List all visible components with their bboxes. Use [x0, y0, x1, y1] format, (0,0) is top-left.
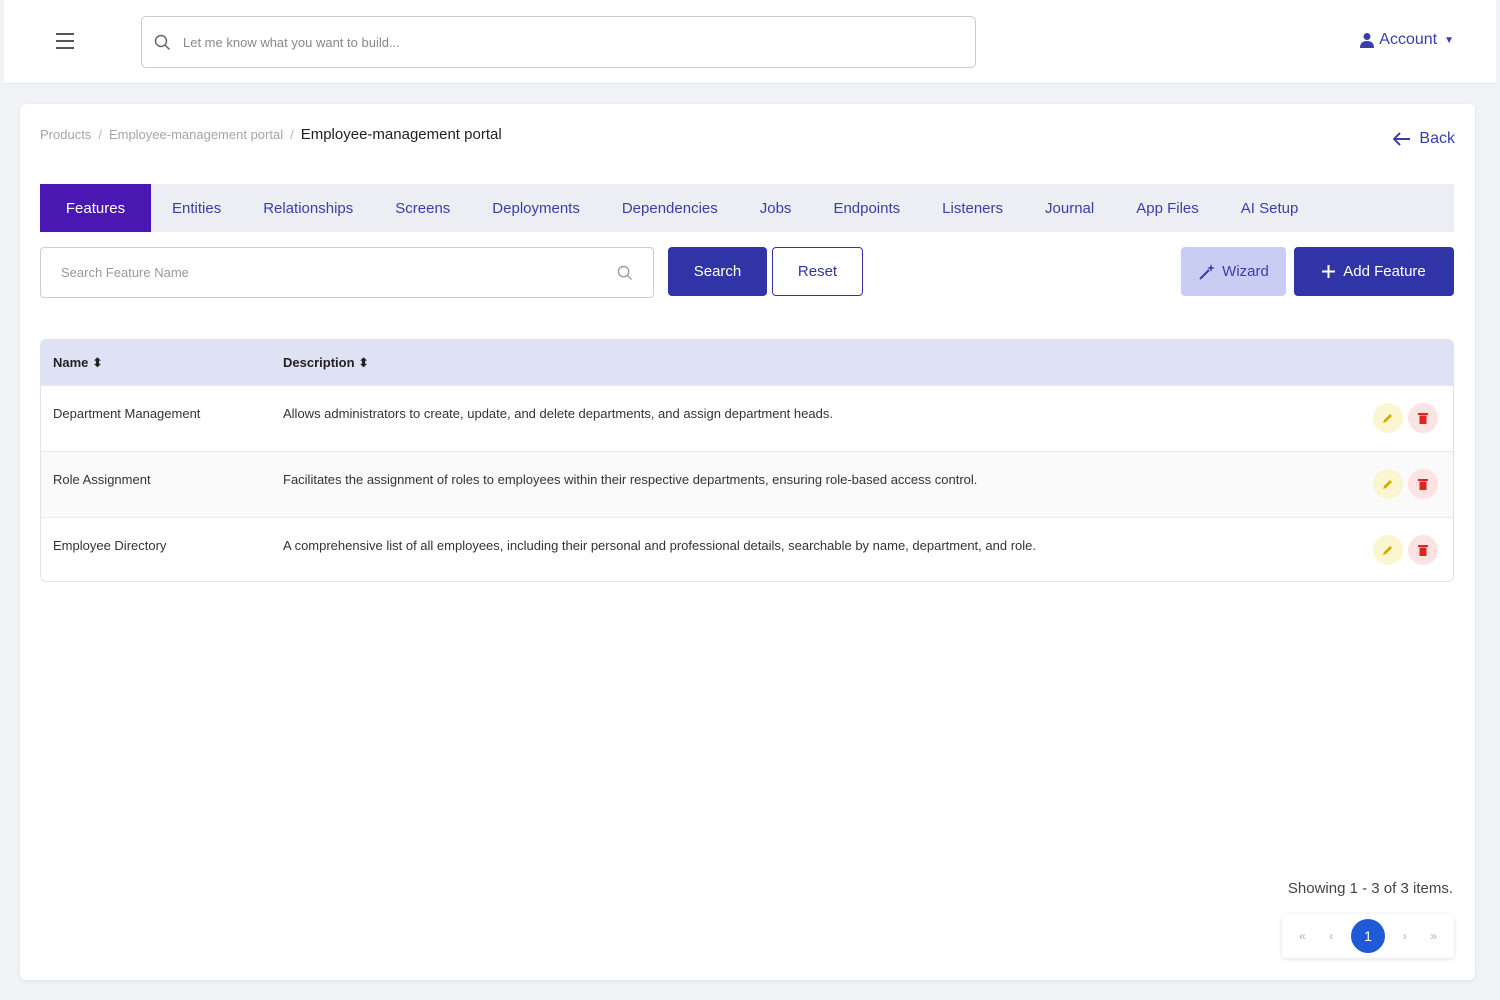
table-row: Employee Directory A comprehensive list …: [41, 517, 1453, 581]
back-label: Back: [1419, 130, 1455, 147]
trash-icon: [1418, 545, 1428, 556]
tab-entities[interactable]: Entities: [151, 184, 242, 232]
user-icon: [1360, 33, 1375, 48]
tab-app-files[interactable]: App Files: [1115, 184, 1220, 232]
tab-screens[interactable]: Screens: [374, 184, 471, 232]
search-button[interactable]: Search: [668, 247, 767, 296]
trash-icon: [1418, 479, 1428, 490]
page-1-button[interactable]: 1: [1350, 919, 1385, 953]
add-feature-label: Add Feature: [1343, 263, 1426, 280]
features-table: Name ⬍ Description ⬍ Department Manageme…: [40, 339, 1454, 582]
tab-bar: Features Entities Relationships Screens …: [40, 184, 1454, 232]
row-description: Allows administrators to create, update,…: [283, 406, 833, 421]
global-search-box[interactable]: [141, 16, 976, 68]
feature-search-input[interactable]: [61, 265, 617, 280]
row-description: Facilitates the assignment of roles to e…: [283, 472, 978, 487]
wizard-label: Wizard: [1222, 263, 1269, 280]
breadcrumb-portal[interactable]: Employee-management portal: [109, 127, 283, 142]
menu-icon[interactable]: [56, 33, 74, 49]
tab-listeners[interactable]: Listeners: [921, 184, 1024, 232]
last-page-button[interactable]: »: [1425, 929, 1443, 943]
trash-icon: [1418, 413, 1428, 424]
main-card: Products / Employee-management portal / …: [20, 104, 1475, 980]
breadcrumb: Products / Employee-management portal / …: [40, 126, 502, 143]
table-header: Name ⬍ Description ⬍: [41, 340, 1453, 385]
tab-dependencies[interactable]: Dependencies: [601, 184, 739, 232]
add-feature-button[interactable]: Add Feature: [1294, 247, 1454, 296]
feature-search-box[interactable]: [40, 247, 654, 298]
sort-icon: ⬍: [358, 355, 370, 370]
pencil-icon: [1383, 546, 1392, 555]
row-name: Role Assignment: [53, 472, 151, 487]
search-icon: [617, 265, 633, 280]
edit-button[interactable]: [1373, 535, 1403, 565]
tab-ai-setup[interactable]: AI Setup: [1220, 184, 1320, 232]
breadcrumb-separator: /: [290, 127, 294, 142]
column-header-description-label: Description: [283, 355, 355, 370]
tab-endpoints[interactable]: Endpoints: [812, 184, 921, 232]
row-description: A comprehensive list of all employees, i…: [283, 538, 1036, 553]
tab-relationships[interactable]: Relationships: [242, 184, 374, 232]
account-menu[interactable]: Account ▼: [1360, 31, 1454, 49]
column-header-name[interactable]: Name ⬍: [53, 355, 103, 371]
caret-down-icon: ▼: [1444, 34, 1454, 46]
arrow-left-icon: [1393, 132, 1411, 146]
account-label: Account: [1379, 31, 1438, 48]
delete-button[interactable]: [1408, 469, 1438, 499]
edit-button[interactable]: [1373, 403, 1403, 433]
sort-icon: ⬍: [92, 355, 103, 370]
column-header-description[interactable]: Description ⬍: [283, 355, 369, 371]
prev-page-button[interactable]: ‹: [1322, 929, 1340, 943]
reset-button[interactable]: Reset: [772, 247, 863, 296]
tab-journal[interactable]: Journal: [1024, 184, 1115, 232]
row-name: Department Management: [53, 406, 201, 421]
pencil-icon: [1383, 414, 1392, 423]
pencil-icon: [1383, 480, 1392, 489]
tab-deployments[interactable]: Deployments: [471, 184, 601, 232]
plus-icon: [1322, 265, 1336, 278]
table-row: Role Assignment Facilitates the assignme…: [41, 451, 1453, 517]
delete-button[interactable]: [1408, 535, 1438, 565]
wizard-button[interactable]: Wizard: [1181, 247, 1286, 296]
first-page-button[interactable]: «: [1293, 929, 1311, 943]
top-navbar: Account ▼: [4, 0, 1496, 84]
tab-jobs[interactable]: Jobs: [739, 184, 813, 232]
row-name: Employee Directory: [53, 538, 167, 553]
search-icon: [154, 34, 171, 50]
pagination-summary: Showing 1 - 3 of 3 items.: [1287, 880, 1453, 897]
pagination: « ‹ 1 › »: [1282, 914, 1454, 958]
table-row: Department Management Allows administrat…: [41, 385, 1453, 451]
global-search-input[interactable]: [183, 34, 943, 50]
breadcrumb-current: Employee-management portal: [300, 126, 502, 143]
breadcrumb-products[interactable]: Products: [40, 127, 91, 142]
breadcrumb-separator: /: [98, 127, 102, 142]
tab-features[interactable]: Features: [40, 184, 151, 232]
edit-button[interactable]: [1373, 469, 1403, 499]
column-header-name-label: Name: [53, 355, 89, 370]
back-link[interactable]: Back: [1393, 130, 1455, 148]
next-page-button[interactable]: ›: [1396, 929, 1414, 943]
magic-wand-icon: [1199, 263, 1216, 280]
delete-button[interactable]: [1408, 403, 1438, 433]
